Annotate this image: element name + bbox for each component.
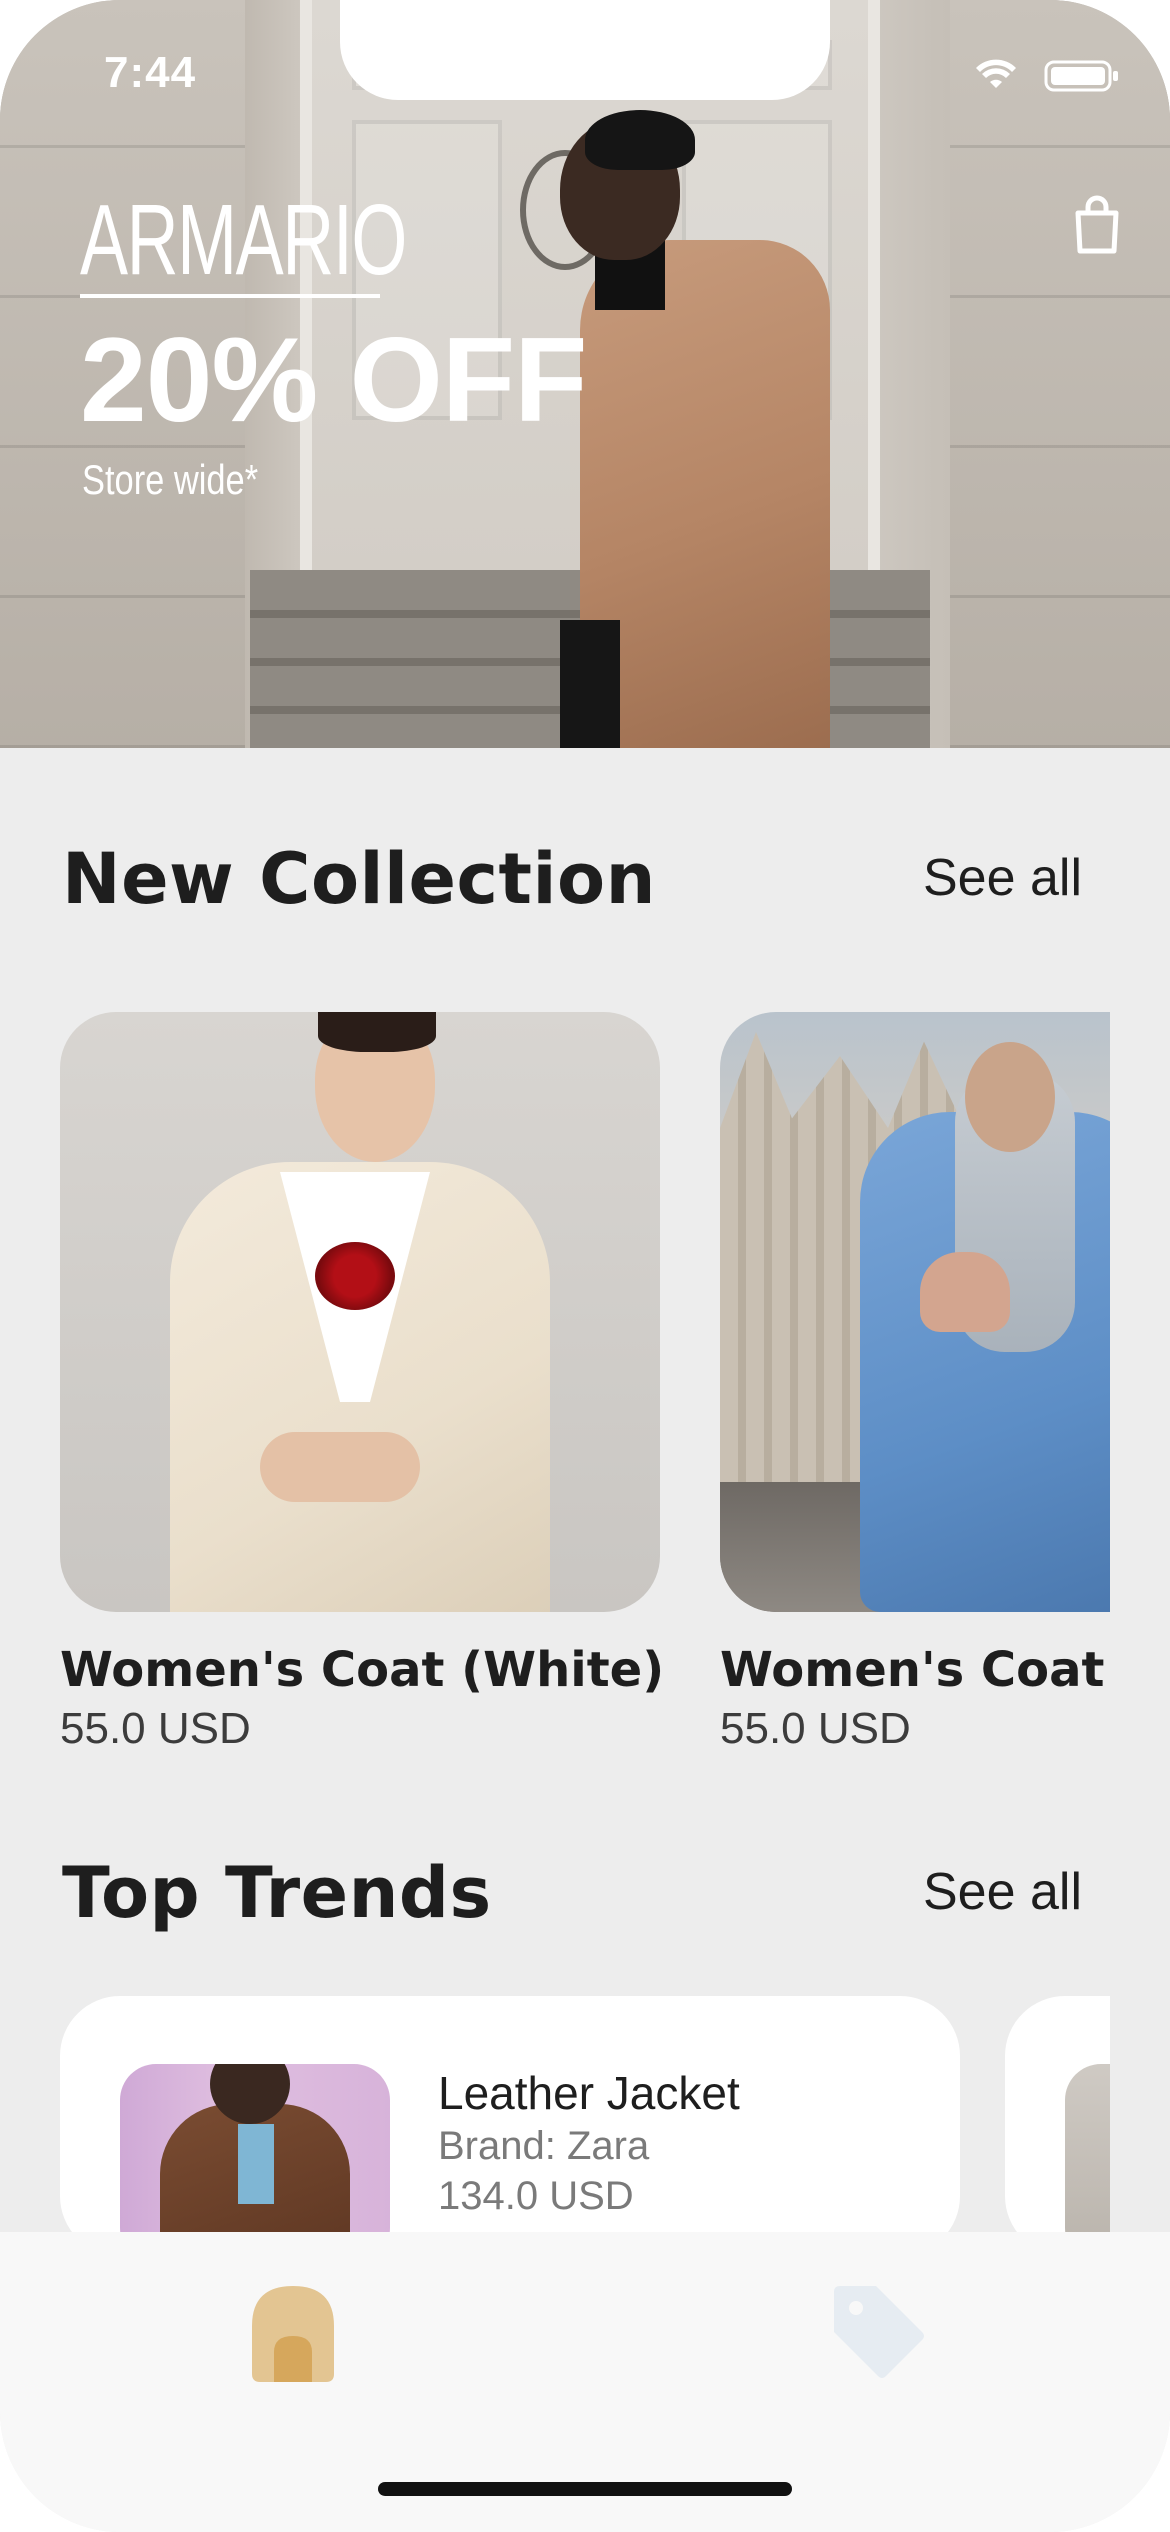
product-name: Women's Coat (White) — [60, 1642, 665, 1698]
status-time: 7:44 — [104, 48, 197, 97]
trend-name: Leather Jacket — [438, 2067, 740, 2119]
trend-card[interactable] — [1005, 1996, 1110, 2236]
product-card[interactable]: Women's Coat ( 55.0 USD — [720, 1012, 1110, 1754]
section-title-top-trends: Top Trends — [62, 1852, 492, 1934]
banner-model-legs — [560, 620, 620, 748]
product-image[interactable] — [720, 1012, 1110, 1612]
banner-model-hair — [585, 110, 695, 170]
trend-image — [1065, 2064, 1110, 2236]
brand-underline — [80, 294, 380, 298]
tag-icon[interactable] — [828, 2282, 926, 2380]
trend-image — [120, 2064, 390, 2236]
new-collection-carousel[interactable]: Women's Coat (White) 55.0 USD Women's Co… — [60, 1012, 1110, 1772]
home-icon[interactable] — [252, 2286, 334, 2382]
promo-headline: 20% OFF — [80, 313, 587, 447]
device-notch — [340, 0, 830, 100]
product-name: Women's Coat ( — [720, 1642, 1110, 1698]
top-trends-carousel[interactable]: Leather Jacket Brand: Zara 134.0 USD — [60, 1996, 1110, 2236]
trend-price: 134.0 USD — [438, 2174, 634, 2218]
top-trends-see-all-button[interactable]: See all — [923, 1862, 1082, 1922]
banner-wall-right — [950, 0, 1170, 748]
product-card[interactable]: Women's Coat (White) 55.0 USD — [60, 1012, 665, 1754]
product-price: 55.0 USD — [720, 1704, 911, 1753]
home-indicator[interactable] — [378, 2482, 792, 2496]
trend-card[interactable]: Leather Jacket Brand: Zara 134.0 USD — [60, 1996, 960, 2236]
app-screen: ARMARIO 20% OFF Store wide* 7:44 New Col… — [0, 0, 1170, 2532]
shopping-bag-icon[interactable] — [1072, 195, 1122, 255]
promo-subline: Store wide* — [82, 456, 259, 503]
battery-icon — [1044, 60, 1118, 92]
promo-banner[interactable]: ARMARIO 20% OFF Store wide* — [0, 0, 1170, 748]
status-icons — [976, 59, 1118, 92]
brand-logo: ARMARIO — [80, 184, 407, 296]
wifi-icon — [976, 59, 1016, 88]
trend-brand: Brand: Zara — [438, 2124, 650, 2168]
section-title-new-collection: New Collection — [62, 838, 656, 920]
new-collection-see-all-button[interactable]: See all — [923, 848, 1082, 908]
product-image[interactable] — [60, 1012, 660, 1612]
product-price: 55.0 USD — [60, 1704, 251, 1753]
